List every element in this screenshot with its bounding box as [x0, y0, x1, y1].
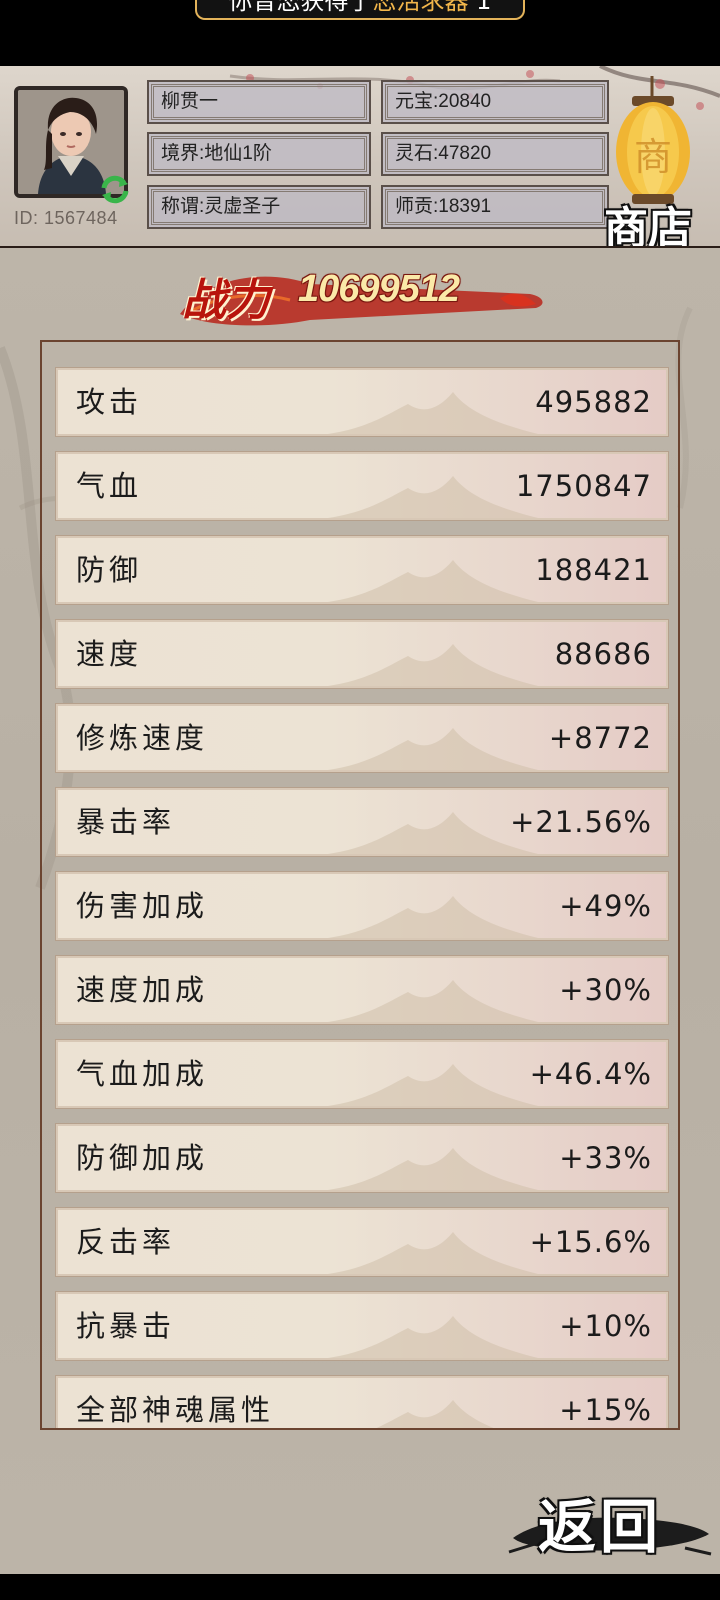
player-name: 柳贯一 — [147, 80, 371, 124]
mountain-decoration — [328, 980, 538, 1022]
stat-row: 气血 1750847 — [55, 451, 669, 521]
stat-name: 全部神魂属性 — [76, 1393, 275, 1427]
shigong-currency: 师贡:18391 — [381, 185, 609, 229]
stat-name: 气血加成 — [76, 1057, 209, 1091]
stat-row: 伤害加成 +49% — [55, 871, 669, 941]
notification-item: 恋活求器 — [372, 0, 469, 15]
mountain-decoration — [328, 560, 538, 602]
player-realm: 境界:地仙1阶 — [147, 132, 371, 176]
notification-toast: 你曾恋获得了恋活求器 1 — [195, 0, 525, 20]
stat-value: 188421 — [535, 553, 652, 587]
player-id: ID: 1567484 — [14, 208, 118, 228]
back-button[interactable]: 返回 — [538, 1480, 662, 1564]
stat-value: +15.6% — [529, 1225, 652, 1259]
stat-value: 88686 — [554, 637, 652, 671]
stat-row: 反击率 +15.6% — [55, 1207, 669, 1277]
shop-sign: 商 — [633, 135, 672, 179]
mountain-decoration — [328, 812, 538, 854]
mountain-decoration — [328, 644, 538, 686]
stat-value: 1750847 — [515, 469, 652, 503]
stat-name: 防御 — [76, 553, 143, 587]
stat-name: 伤害加成 — [76, 889, 209, 923]
stat-name: 速度加成 — [76, 973, 209, 1007]
notification-suffix: 1 — [468, 0, 492, 15]
stat-row: 修炼速度 +8772 — [55, 703, 669, 773]
stat-value: +30% — [559, 973, 652, 1007]
combat-power-value: 10699512 — [298, 268, 460, 310]
stat-name: 气血 — [76, 469, 143, 503]
combat-power-label: 战力 — [182, 275, 270, 326]
bottom-bar — [0, 1574, 720, 1600]
stat-value: 495882 — [535, 385, 652, 419]
shop-label: 商店 — [604, 203, 692, 248]
stat-name: 抗暴击 — [76, 1309, 176, 1343]
mountain-decoration — [328, 1064, 538, 1106]
stat-row: 全部神魂属性 +15% — [55, 1375, 669, 1428]
stat-value: +8772 — [548, 721, 652, 755]
stat-name: 防御加成 — [76, 1141, 209, 1175]
lingshi-currency: 灵石:47820 — [381, 132, 609, 176]
shop-button[interactable]: 商 商店 — [604, 76, 714, 246]
stat-name: 修炼速度 — [76, 721, 209, 755]
notification-prefix: 你曾恋获得了 — [228, 0, 373, 15]
stat-name: 反击率 — [76, 1225, 176, 1259]
stat-value: +46.4% — [529, 1057, 652, 1091]
stat-row: 速度 88686 — [55, 619, 669, 689]
stat-row: 气血加成 +46.4% — [55, 1039, 669, 1109]
mountain-decoration — [376, 1400, 494, 1428]
main-panel: 战力 10699512 攻击 495882 气血 1750847 防御 188421 速度 8… — [0, 248, 720, 1574]
mountain-decoration — [328, 1316, 538, 1358]
stat-row: 速度加成 +30% — [55, 955, 669, 1025]
stats-list[interactable]: 攻击 495882 气血 1750847 防御 188421 速度 88686 修炼速度 +877… — [40, 340, 680, 1430]
player-header: ID: 1567484 柳贯一 境界:地仙1阶 称谓:灵虚圣子 元宝:20840… — [0, 66, 720, 248]
stat-row: 暴击率 +21.56% — [55, 787, 669, 857]
mountain-decoration — [328, 392, 538, 434]
player-title: 称谓:灵虚圣子 — [147, 185, 371, 229]
mountain-decoration — [328, 476, 538, 518]
mountain-decoration — [328, 728, 538, 770]
stat-row: 防御加成 +33% — [55, 1123, 669, 1193]
stat-value: +21.56% — [510, 805, 652, 839]
stat-value: +10% — [559, 1309, 652, 1343]
stat-name: 暴击率 — [76, 805, 176, 839]
stat-row: 抗暴击 +10% — [55, 1291, 669, 1361]
stat-name: 攻击 — [76, 385, 143, 419]
stat-row: 防御 188421 — [55, 535, 669, 605]
stat-row: 攻击 495882 — [55, 367, 669, 437]
stat-value: +33% — [559, 1141, 652, 1175]
mountain-decoration — [328, 896, 538, 938]
stat-name: 速度 — [76, 637, 143, 671]
yuanbao-currency: 元宝:20840 — [381, 80, 609, 124]
mountain-decoration — [328, 1148, 538, 1190]
stat-value: +49% — [559, 889, 652, 923]
mountain-decoration — [328, 1232, 538, 1274]
stat-value: +15% — [559, 1393, 652, 1427]
swap-avatar-icon[interactable] — [98, 174, 132, 204]
